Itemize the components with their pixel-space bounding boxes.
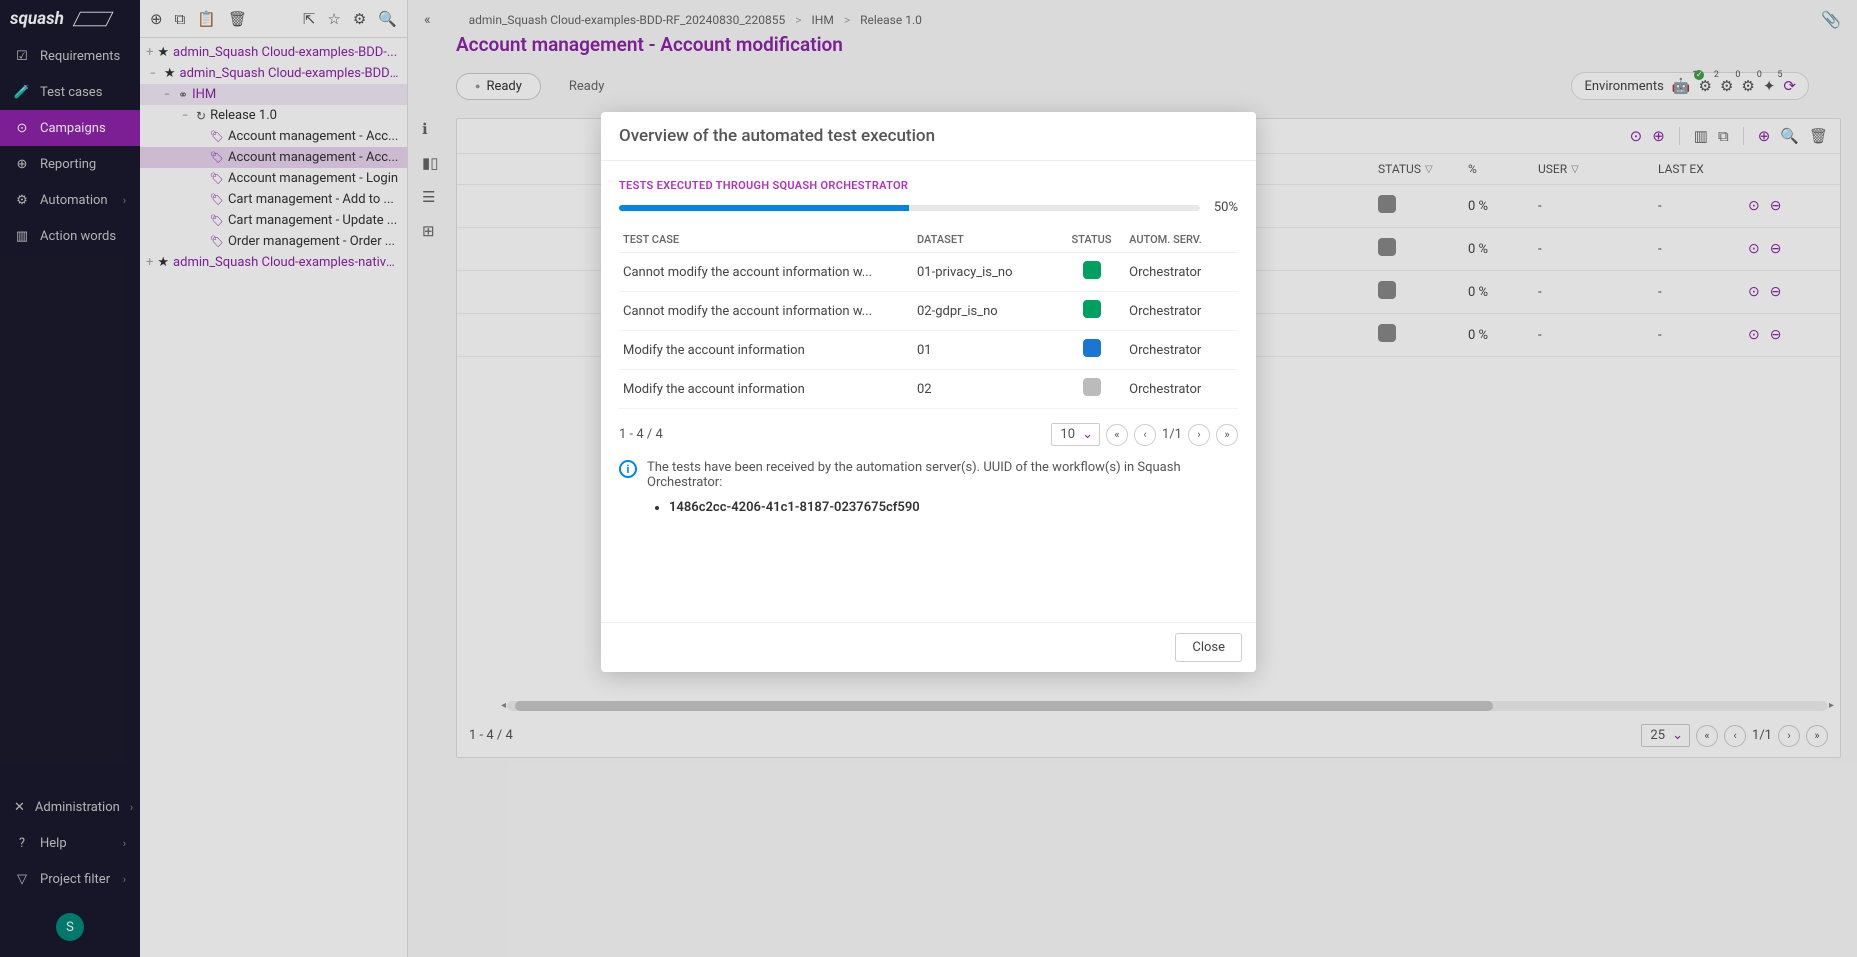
page-prev-icon[interactable]: ‹ — [1134, 424, 1156, 446]
cell-test-case: Cannot modify the account information w.… — [619, 292, 913, 331]
info-row: i The tests have been received by the au… — [619, 460, 1238, 490]
page-first-icon[interactable]: « — [1106, 424, 1128, 446]
cell-test-case: Cannot modify the account information w.… — [619, 253, 913, 292]
modal-range: 1 - 4 / 4 — [619, 427, 663, 442]
th-dataset[interactable]: DATASET — [913, 227, 1058, 253]
modal-pagination: 1 - 4 / 4 10 « ‹ 1/1 › » — [619, 423, 1238, 446]
status-chip — [1083, 261, 1101, 279]
uuid-list: 1486c2cc-4206-41c1-8187-0237675cf590 — [655, 500, 1238, 515]
info-icon: i — [619, 460, 637, 478]
cell-dataset: 02 — [913, 370, 1058, 409]
progress-fill — [619, 205, 909, 211]
modal-table-row[interactable]: Cannot modify the account information w.… — [619, 292, 1238, 331]
page-last-icon[interactable]: » — [1216, 424, 1238, 446]
modal-page-size-select[interactable]: 10 — [1051, 423, 1100, 446]
modal: Overview of the automated test execution… — [601, 112, 1256, 672]
cell-test-case: Modify the account information — [619, 370, 913, 409]
modal-section-title: TESTS EXECUTED THROUGH SQUASH ORCHESTRAT… — [619, 179, 1238, 192]
page-indicator: 1/1 — [1162, 427, 1182, 442]
page-next-icon[interactable]: › — [1188, 424, 1210, 446]
modal-table-row[interactable]: Cannot modify the account information w.… — [619, 253, 1238, 292]
modal-table-row[interactable]: Modify the account information01 Orchestr… — [619, 331, 1238, 370]
progress-bar — [619, 205, 1200, 211]
close-button[interactable]: Close — [1175, 633, 1242, 662]
cell-autom-serv: Orchestrator — [1125, 292, 1238, 331]
page-size-value: 10 — [1060, 427, 1075, 442]
cell-dataset: 01-privacy_is_no — [913, 253, 1058, 292]
info-text: The tests have been received by the auto… — [647, 460, 1238, 490]
status-chip — [1083, 378, 1101, 396]
cell-autom-serv: Orchestrator — [1125, 331, 1238, 370]
modal-footer: Close — [601, 622, 1256, 672]
progress-pct: 50% — [1214, 200, 1238, 215]
modal-overlay: Overview of the automated test execution… — [0, 0, 1857, 957]
th-test-case[interactable]: TEST CASE — [619, 227, 913, 253]
th-autom-serv[interactable]: AUTOM. SERV. — [1125, 227, 1238, 253]
progress-row: 50% — [619, 200, 1238, 215]
cell-test-case: Modify the account information — [619, 331, 913, 370]
cell-autom-serv: Orchestrator — [1125, 370, 1238, 409]
uuid-item: 1486c2cc-4206-41c1-8187-0237675cf590 — [669, 500, 1238, 515]
modal-table: TEST CASE DATASET STATUS AUTOM. SERV. Ca… — [619, 227, 1238, 409]
status-chip — [1083, 300, 1101, 318]
cell-dataset: 01 — [913, 331, 1058, 370]
modal-title: Overview of the automated test execution — [601, 112, 1256, 161]
modal-table-row[interactable]: Modify the account information02 Orchestr… — [619, 370, 1238, 409]
status-chip — [1083, 339, 1101, 357]
cell-dataset: 02-gdpr_is_no — [913, 292, 1058, 331]
th-status[interactable]: STATUS — [1058, 227, 1125, 253]
cell-autom-serv: Orchestrator — [1125, 253, 1238, 292]
